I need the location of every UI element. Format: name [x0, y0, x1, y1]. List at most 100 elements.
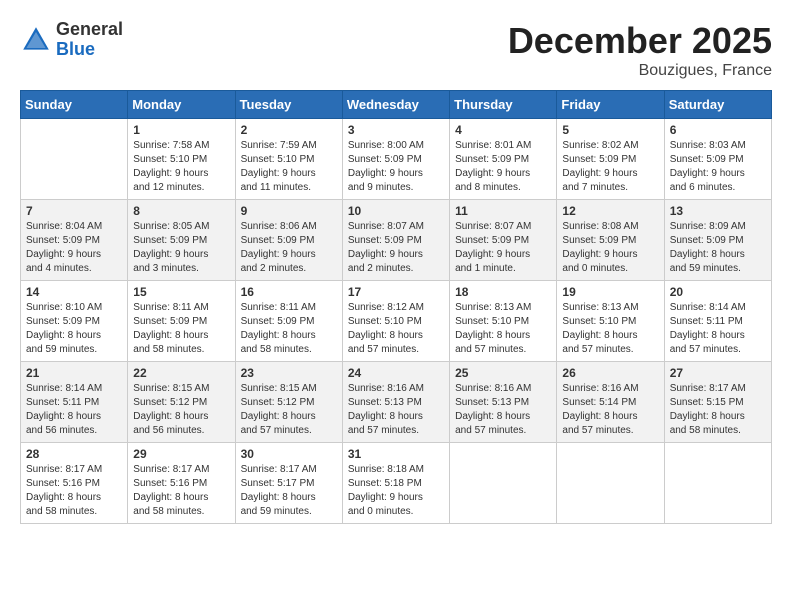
day-number: 1 [133, 123, 229, 137]
day-info: Sunrise: 8:07 AM Sunset: 5:09 PM Dayligh… [348, 220, 444, 276]
day-info: Sunrise: 8:07 AM Sunset: 5:09 PM Dayligh… [455, 220, 551, 276]
day-info: Sunrise: 8:00 AM Sunset: 5:09 PM Dayligh… [348, 139, 444, 195]
day-info: Sunrise: 8:16 AM Sunset: 5:13 PM Dayligh… [348, 382, 444, 438]
day-number: 5 [562, 123, 658, 137]
header-cell-saturday: Saturday [664, 91, 771, 119]
month-title: December 2025 [508, 20, 772, 62]
day-number: 7 [26, 204, 122, 218]
day-cell: 9Sunrise: 8:06 AM Sunset: 5:09 PM Daylig… [235, 200, 342, 281]
day-number: 6 [670, 123, 766, 137]
logo-icon [20, 24, 52, 56]
day-cell: 26 Sunrise: 8:16 AM Sunset: 5:14 PM Dayli… [557, 362, 664, 443]
day-cell: 31Sunrise: 8:18 AM Sunset: 5:18 PM Dayli… [342, 443, 449, 524]
day-cell: 20 Sunrise: 8:14 AM Sunset: 5:11 PM Dayli… [664, 281, 771, 362]
day-info: Sunrise: 8:15 AM Sunset: 5:12 PM Dayligh… [241, 382, 337, 438]
day-cell [664, 443, 771, 524]
day-info: Sunrise: 8:04 AM Sunset: 5:09 PM Dayligh… [26, 220, 122, 276]
day-cell: 28 Sunrise: 8:17 AM Sunset: 5:16 PM Dayli… [21, 443, 128, 524]
logo-blue: Blue [56, 40, 123, 60]
day-number: 19 [562, 285, 658, 299]
logo: General Blue [20, 20, 123, 60]
day-info: Sunrise: 8:11 AM Sunset: 5:09 PM Dayligh… [133, 301, 229, 357]
day-info: Sunrise: 8:13 AM Sunset: 5:10 PM Dayligh… [562, 301, 658, 357]
header-cell-friday: Friday [557, 91, 664, 119]
day-number: 4 [455, 123, 551, 137]
day-cell: 7 Sunrise: 8:04 AM Sunset: 5:09 PM Daylig… [21, 200, 128, 281]
day-number: 29 [133, 447, 229, 461]
week-row-1: 1Sunrise: 7:58 AM Sunset: 5:10 PM Daylig… [21, 119, 772, 200]
header-cell-thursday: Thursday [450, 91, 557, 119]
day-info: Sunrise: 8:12 AM Sunset: 5:10 PM Dayligh… [348, 301, 444, 357]
day-info: Sunrise: 8:16 AM Sunset: 5:13 PM Dayligh… [455, 382, 551, 438]
day-cell: 25 Sunrise: 8:16 AM Sunset: 5:13 PM Dayli… [450, 362, 557, 443]
day-cell: 11 Sunrise: 8:07 AM Sunset: 5:09 PM Dayli… [450, 200, 557, 281]
day-info: Sunrise: 8:13 AM Sunset: 5:10 PM Dayligh… [455, 301, 551, 357]
day-number: 26 [562, 366, 658, 380]
day-info: Sunrise: 8:18 AM Sunset: 5:18 PM Dayligh… [348, 463, 444, 519]
day-info: Sunrise: 8:16 AM Sunset: 5:14 PM Dayligh… [562, 382, 658, 438]
day-cell: 24Sunrise: 8:16 AM Sunset: 5:13 PM Dayli… [342, 362, 449, 443]
week-row-4: 21Sunrise: 8:14 AM Sunset: 5:11 PM Dayli… [21, 362, 772, 443]
day-info: Sunrise: 8:14 AM Sunset: 5:11 PM Dayligh… [670, 301, 766, 357]
logo-general: General [56, 20, 123, 40]
week-row-2: 7 Sunrise: 8:04 AM Sunset: 5:09 PM Daylig… [21, 200, 772, 281]
calendar-table: SundayMondayTuesdayWednesdayThursdayFrid… [20, 90, 772, 524]
day-cell: 27 Sunrise: 8:17 AM Sunset: 5:15 PM Dayli… [664, 362, 771, 443]
day-info: Sunrise: 8:05 AM Sunset: 5:09 PM Dayligh… [133, 220, 229, 276]
day-cell: 22Sunrise: 8:15 AM Sunset: 5:12 PM Dayli… [128, 362, 235, 443]
day-number: 25 [455, 366, 551, 380]
day-cell: 17 Sunrise: 8:12 AM Sunset: 5:10 PM Dayli… [342, 281, 449, 362]
day-info: Sunrise: 8:17 AM Sunset: 5:15 PM Dayligh… [670, 382, 766, 438]
day-number: 20 [670, 285, 766, 299]
day-cell: 30 Sunrise: 8:17 AM Sunset: 5:17 PM Dayli… [235, 443, 342, 524]
day-info: Sunrise: 8:01 AM Sunset: 5:09 PM Dayligh… [455, 139, 551, 195]
day-info: Sunrise: 8:17 AM Sunset: 5:16 PM Dayligh… [26, 463, 122, 519]
location-title: Bouzigues, France [508, 62, 772, 80]
day-cell: 4 Sunrise: 8:01 AM Sunset: 5:09 PM Daylig… [450, 119, 557, 200]
day-info: Sunrise: 8:10 AM Sunset: 5:09 PM Dayligh… [26, 301, 122, 357]
week-row-3: 14Sunrise: 8:10 AM Sunset: 5:09 PM Dayli… [21, 281, 772, 362]
day-number: 10 [348, 204, 444, 218]
day-info: Sunrise: 8:02 AM Sunset: 5:09 PM Dayligh… [562, 139, 658, 195]
day-number: 17 [348, 285, 444, 299]
day-number: 21 [26, 366, 122, 380]
header-cell-tuesday: Tuesday [235, 91, 342, 119]
day-number: 9 [241, 204, 337, 218]
header-cell-monday: Monday [128, 91, 235, 119]
day-cell: 8Sunrise: 8:05 AM Sunset: 5:09 PM Daylig… [128, 200, 235, 281]
week-row-5: 28 Sunrise: 8:17 AM Sunset: 5:16 PM Dayli… [21, 443, 772, 524]
day-cell: 29 Sunrise: 8:17 AM Sunset: 5:16 PM Dayli… [128, 443, 235, 524]
day-info: Sunrise: 8:03 AM Sunset: 5:09 PM Dayligh… [670, 139, 766, 195]
day-cell: 18 Sunrise: 8:13 AM Sunset: 5:10 PM Dayli… [450, 281, 557, 362]
day-cell: 2 Sunrise: 7:59 AM Sunset: 5:10 PM Daylig… [235, 119, 342, 200]
day-cell: 10 Sunrise: 8:07 AM Sunset: 5:09 PM Dayli… [342, 200, 449, 281]
day-info: Sunrise: 8:11 AM Sunset: 5:09 PM Dayligh… [241, 301, 337, 357]
day-cell [450, 443, 557, 524]
day-number: 28 [26, 447, 122, 461]
day-number: 16 [241, 285, 337, 299]
day-info: Sunrise: 8:08 AM Sunset: 5:09 PM Dayligh… [562, 220, 658, 276]
day-info: Sunrise: 8:17 AM Sunset: 5:17 PM Dayligh… [241, 463, 337, 519]
day-info: Sunrise: 7:59 AM Sunset: 5:10 PM Dayligh… [241, 139, 337, 195]
day-number: 18 [455, 285, 551, 299]
day-number: 15 [133, 285, 229, 299]
day-number: 12 [562, 204, 658, 218]
day-cell: 1Sunrise: 7:58 AM Sunset: 5:10 PM Daylig… [128, 119, 235, 200]
day-cell: 16 Sunrise: 8:11 AM Sunset: 5:09 PM Dayli… [235, 281, 342, 362]
day-number: 2 [241, 123, 337, 137]
day-cell [557, 443, 664, 524]
day-info: Sunrise: 8:09 AM Sunset: 5:09 PM Dayligh… [670, 220, 766, 276]
day-number: 11 [455, 204, 551, 218]
day-number: 30 [241, 447, 337, 461]
header-cell-wednesday: Wednesday [342, 91, 449, 119]
day-info: Sunrise: 8:17 AM Sunset: 5:16 PM Dayligh… [133, 463, 229, 519]
day-number: 23 [241, 366, 337, 380]
day-info: Sunrise: 8:15 AM Sunset: 5:12 PM Dayligh… [133, 382, 229, 438]
day-cell: 14Sunrise: 8:10 AM Sunset: 5:09 PM Dayli… [21, 281, 128, 362]
day-cell: 19 Sunrise: 8:13 AM Sunset: 5:10 PM Dayli… [557, 281, 664, 362]
day-cell: 13 Sunrise: 8:09 AM Sunset: 5:09 PM Dayli… [664, 200, 771, 281]
day-cell: 23 Sunrise: 8:15 AM Sunset: 5:12 PM Dayli… [235, 362, 342, 443]
day-cell: 12 Sunrise: 8:08 AM Sunset: 5:09 PM Dayli… [557, 200, 664, 281]
day-number: 13 [670, 204, 766, 218]
day-number: 27 [670, 366, 766, 380]
